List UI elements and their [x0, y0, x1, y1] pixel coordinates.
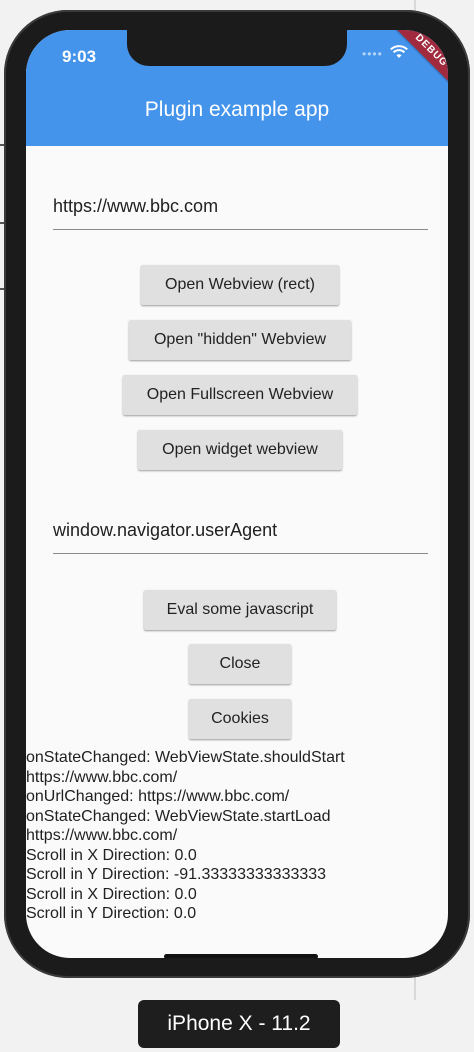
- log-line: Scroll in X Direction: 0.0: [26, 885, 197, 903]
- home-indicator[interactable]: [164, 954, 318, 958]
- log-line: onStateChanged: WebViewState.startLoad: [26, 807, 331, 825]
- log-line: Scroll in X Direction: 0.0: [26, 846, 197, 864]
- open-hidden-webview-button[interactable]: Open "hidden" Webview: [129, 320, 351, 360]
- device-screen: 9:03 •••• DEBUG Plugin example app https…: [26, 30, 448, 958]
- open-fullscreen-webview-button[interactable]: Open Fullscreen Webview: [123, 375, 357, 415]
- debug-banner: DEBUG: [378, 30, 448, 104]
- status-time: 9:03: [62, 47, 97, 66]
- log-line: https://www.bbc.com/: [26, 827, 178, 844]
- signal-icon: ••••: [362, 47, 383, 61]
- log-line: Scroll in Y Direction: -91.3333333333333…: [26, 866, 327, 883]
- log-line: onUrlChanged: https://www.bbc.com/: [26, 788, 290, 805]
- page-title: Plugin example app: [144, 98, 330, 121]
- simulator-device-frame: 9:03 •••• DEBUG Plugin example app https…: [4, 10, 470, 978]
- device-notch: [127, 30, 347, 66]
- eval-javascript-button[interactable]: Eval some javascript: [144, 590, 336, 630]
- open-webview-rect-button[interactable]: Open Webview (rect): [141, 265, 339, 305]
- cookies-button[interactable]: Cookies: [189, 699, 291, 739]
- url-input[interactable]: https://www.bbc.com: [53, 186, 428, 230]
- simulator-device-label: iPhone X - 11.2: [138, 1000, 340, 1048]
- open-widget-webview-button[interactable]: Open widget webview: [138, 430, 342, 470]
- log-line: Scroll in Y Direction: 0.0: [26, 905, 197, 922]
- wifi-icon: [390, 45, 408, 58]
- javascript-input[interactable]: window.navigator.userAgent: [53, 510, 428, 554]
- log-line: onStateChanged: WebViewState.shouldStart: [26, 749, 345, 766]
- close-button[interactable]: Close: [189, 644, 291, 684]
- log-line: https://www.bbc.com/: [26, 768, 178, 786]
- event-log: onStateChanged: WebViewState.shouldStart…: [26, 748, 448, 924]
